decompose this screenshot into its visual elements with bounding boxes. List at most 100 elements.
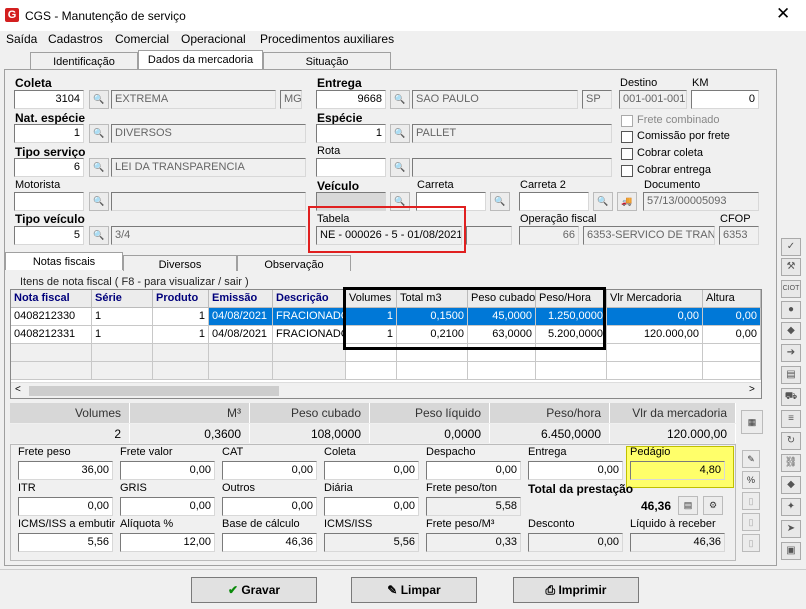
tab-observacao[interactable]: Observação [237, 255, 351, 271]
despacho-field[interactable]: 0,00 [426, 461, 521, 480]
col-produto-header[interactable]: Produto [153, 290, 209, 308]
col-descricao-header[interactable]: Descrição [273, 290, 346, 308]
tab-notas-fiscais[interactable]: Notas fiscais [5, 252, 123, 270]
col-nota-fiscal-header[interactable]: Nota fiscal [11, 290, 92, 308]
comissao-por-frete-checkbox[interactable] [621, 131, 633, 143]
motorista-code-input[interactable] [14, 192, 84, 211]
gris-field[interactable]: 0,00 [120, 497, 215, 516]
total-detail-icon[interactable]: ⚙ [703, 496, 723, 515]
carreta2-input[interactable] [519, 192, 589, 211]
list-icon[interactable]: ≡ [781, 410, 801, 428]
coleta-search-icon[interactable]: 🔍 [89, 90, 109, 109]
grid-cell-descricao[interactable]: FRACIONADO [273, 308, 346, 326]
carreta-search-icon[interactable]: 🔍 [490, 192, 510, 211]
truck-icon[interactable]: 🚚 [617, 192, 637, 211]
link-icon[interactable]: ⛓ [781, 454, 801, 472]
imprimir-button[interactable]: ⎙ Imprimir [513, 577, 639, 603]
grid-cell-vlr-mercadoria[interactable]: 120.000,00 [607, 326, 703, 344]
col-altura-header[interactable]: Altura [703, 290, 761, 308]
cobrar-coleta-checkbox[interactable] [621, 148, 633, 160]
outros-field[interactable]: 0,00 [222, 497, 317, 516]
aliquota-field[interactable]: 12,00 [120, 533, 215, 552]
entrega-code-input[interactable]: 9668 [316, 90, 386, 109]
col-vlr-mercadoria-header[interactable]: Vlr Mercadoria [607, 290, 703, 308]
close-icon[interactable]: ✕ [776, 4, 790, 24]
menu-operacional[interactable]: Operacional [181, 32, 246, 46]
box-icon[interactable]: ▣ [781, 542, 801, 560]
grid-cell-altura[interactable]: 0,00 [703, 326, 761, 344]
doc3-icon[interactable]: ▯ [742, 534, 760, 552]
entrega-search-icon[interactable]: 🔍 [390, 90, 410, 109]
base-calculo-field[interactable]: 46,36 [222, 533, 317, 552]
menu-saida[interactable]: Saída [6, 32, 37, 46]
tab-situacao[interactable]: Situação [263, 52, 391, 70]
rota-code-input[interactable] [316, 158, 386, 177]
grid-cell-emissao[interactable]: 04/08/2021 [209, 308, 273, 326]
tipo-servico-search-icon[interactable]: 🔍 [89, 158, 109, 177]
grid-cell-produto[interactable]: 1 [153, 326, 209, 344]
grid-cell-serie[interactable]: 1 [92, 308, 153, 326]
nat-especie-code-input[interactable]: 1 [14, 124, 84, 143]
edit-icon[interactable]: ✎ [742, 450, 760, 468]
arrow-icon[interactable]: ➤ [781, 520, 801, 538]
especie-code-input[interactable]: 1 [316, 124, 386, 143]
scroll-right-icon[interactable]: > [749, 384, 755, 395]
nat-especie-search-icon[interactable]: 🔍 [89, 124, 109, 143]
frete-combinado-checkbox[interactable] [621, 115, 633, 127]
coleta-valor-field[interactable]: 0,00 [324, 461, 419, 480]
motorista-search-icon[interactable]: 🔍 [89, 192, 109, 211]
grid-cell-nota-fiscal[interactable]: 0408212330 [11, 308, 92, 326]
col-emissao-header[interactable]: Emissão [209, 290, 273, 308]
grid-scrollbar[interactable]: < > [11, 382, 761, 398]
menu-comercial[interactable]: Comercial [115, 32, 169, 46]
circle-icon[interactable]: ● [781, 301, 801, 319]
doc-icon[interactable]: ▯ [742, 492, 760, 510]
especie-search-icon[interactable]: 🔍 [390, 124, 410, 143]
itr-field[interactable]: 0,00 [18, 497, 113, 516]
grid-cell-nota-fiscal[interactable]: 0408212331 [11, 326, 92, 344]
total-calc-icon[interactable]: ▤ [678, 496, 698, 515]
scroll-left-icon[interactable]: < [15, 384, 21, 395]
tipo-servico-code-input[interactable]: 6 [14, 158, 84, 177]
carreta2-search-icon[interactable]: 🔍 [593, 192, 613, 211]
forward-icon[interactable]: ➔ [781, 344, 801, 362]
cat-field[interactable]: 0,00 [222, 461, 317, 480]
rota-search-icon[interactable]: 🔍 [390, 158, 410, 177]
tipo-veiculo-search-icon[interactable]: 🔍 [89, 226, 109, 245]
gravar-button[interactable]: ✔ Gravar [191, 577, 317, 603]
col-serie-header[interactable]: Série [92, 290, 153, 308]
pedagio-field[interactable]: 4,80 [630, 461, 725, 480]
limpar-button[interactable]: ✎ Limpar [351, 577, 477, 603]
page-icon[interactable]: ▤ [781, 366, 801, 384]
menu-cadastros[interactable]: Cadastros [48, 32, 103, 46]
icms-iss-embutir-field[interactable]: 5,56 [18, 533, 113, 552]
tool-icon[interactable]: ⚒ [781, 258, 801, 276]
ciot-icon[interactable]: CIOT [781, 280, 801, 298]
scroll-thumb[interactable] [29, 386, 279, 396]
refresh-icon[interactable]: ↻ [781, 432, 801, 450]
menu-procedimentos[interactable]: Procedimentos auxiliares [260, 32, 394, 46]
tipo-veiculo-code-input[interactable]: 5 [14, 226, 84, 245]
cobrar-entrega-checkbox[interactable] [621, 165, 633, 177]
tab-identificacao[interactable]: Identificação [30, 52, 138, 70]
shape-icon[interactable]: ◆ [781, 476, 801, 494]
km-input[interactable]: 0 [691, 90, 759, 109]
truck-side-icon[interactable]: ⛟ [781, 388, 801, 406]
grid-cell-altura[interactable]: 0,00 [703, 308, 761, 326]
star-icon[interactable]: ✦ [781, 498, 801, 516]
tag-icon[interactable]: ◆ [781, 322, 801, 340]
frete-valor-field[interactable]: 0,00 [120, 461, 215, 480]
percent-icon[interactable]: % [742, 471, 760, 489]
grid-cell-serie[interactable]: 1 [92, 326, 153, 344]
grid-cell-emissao[interactable]: 04/08/2021 [209, 326, 273, 344]
grid-cell-produto[interactable]: 1 [153, 308, 209, 326]
grid-cell-vlr-mercadoria[interactable]: 0,00 [607, 308, 703, 326]
tab-diversos[interactable]: Diversos [123, 255, 237, 271]
calculator-icon[interactable]: ▦ [741, 410, 763, 434]
check-icon[interactable]: ✓ [781, 238, 801, 256]
coleta-code-input[interactable]: 3104 [14, 90, 84, 109]
grid-cell-descricao[interactable]: FRACIONADO [273, 326, 346, 344]
frete-peso-field[interactable]: 36,00 [18, 461, 113, 480]
doc2-icon[interactable]: ▯ [742, 513, 760, 531]
diaria-field[interactable]: 0,00 [324, 497, 419, 516]
